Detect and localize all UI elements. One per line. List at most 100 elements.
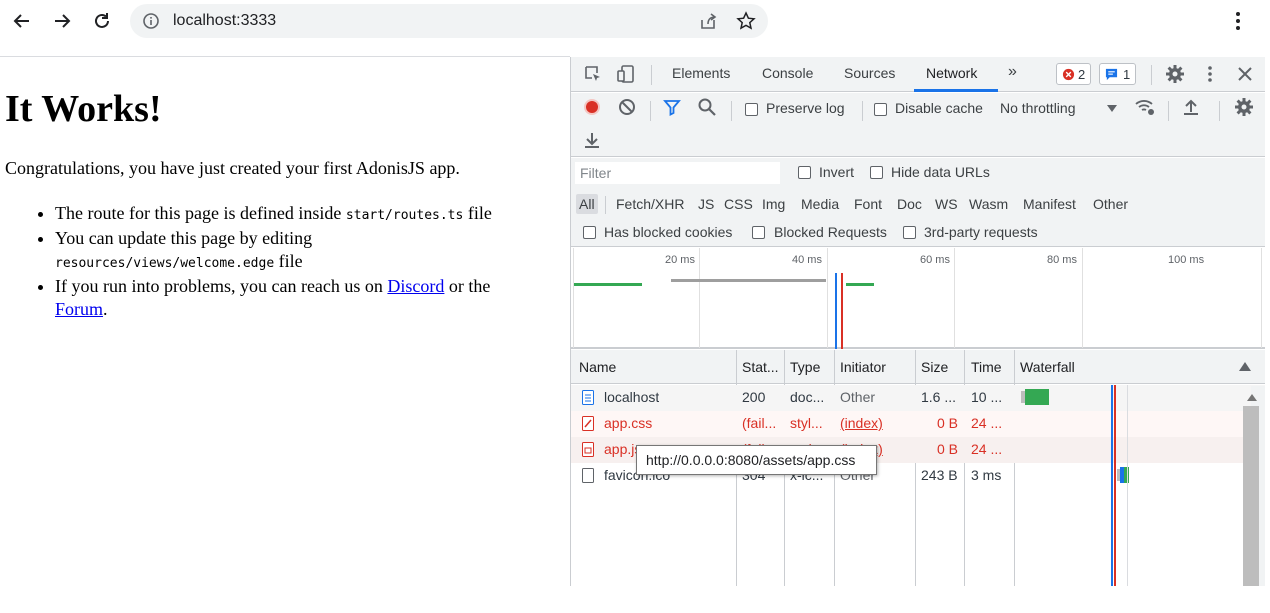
table-row[interactable]: app.css (fail... styl... (index) 0 B 24 … [571, 411, 1265, 437]
export-har-icon[interactable] [581, 129, 603, 151]
errors-badge[interactable]: 2 [1056, 63, 1092, 85]
list-item: The route for this page is defined insid… [55, 202, 560, 227]
third-party-checkbox[interactable] [903, 226, 916, 239]
browser-menu-icon[interactable] [1228, 10, 1248, 32]
column-header-name[interactable]: Name [579, 359, 616, 375]
type-filter-other[interactable]: Other [1090, 194, 1131, 214]
tab-sources[interactable]: Sources [844, 65, 895, 81]
type-filter-css[interactable]: CSS [721, 194, 756, 214]
type-filter-js[interactable]: JS [695, 194, 717, 214]
row-size: 0 B [937, 441, 959, 457]
tick-label: 100 ms [1168, 254, 1205, 266]
close-icon[interactable] [1234, 63, 1256, 85]
messages-badge[interactable]: 1 [1099, 63, 1137, 85]
dom-content-loaded-line [1111, 385, 1113, 586]
network-settings-gear-icon[interactable] [1233, 96, 1255, 118]
separator [862, 101, 863, 121]
list-text: or the [444, 276, 491, 296]
throttling-select[interactable]: No throttling [1000, 100, 1075, 116]
settings-gear-icon[interactable] [1164, 63, 1186, 85]
routes-path: start/routes.ts [345, 208, 464, 223]
share-icon[interactable] [698, 11, 718, 31]
invert-checkbox[interactable] [798, 166, 811, 179]
more-tabs-button[interactable]: » [1008, 63, 1017, 81]
column-header-size[interactable]: Size [921, 359, 948, 375]
request-bar [574, 283, 642, 286]
row-status: 200 [742, 389, 766, 405]
disable-cache-checkbox[interactable] [874, 103, 887, 116]
address-bar[interactable]: localhost:3333 [130, 4, 768, 38]
type-filter-wasm[interactable]: Wasm [966, 194, 1011, 214]
has-blocked-cookies-checkbox[interactable] [583, 226, 596, 239]
request-bar [671, 279, 826, 282]
filter-icon[interactable] [661, 96, 683, 118]
import-har-icon[interactable] [1180, 96, 1202, 118]
browser-toolbar: localhost:3333 [0, 0, 1270, 42]
inspect-element-icon[interactable] [582, 63, 604, 85]
view-path: resources/views/welcome.edge [55, 256, 275, 271]
tab-network[interactable]: Network [926, 65, 977, 81]
arrow-left-icon [13, 14, 29, 28]
forum-link[interactable]: Forum [55, 299, 103, 319]
row-status: (fail... [742, 415, 777, 431]
page-title: It Works! [5, 88, 162, 130]
reload-button[interactable] [87, 6, 117, 36]
tick-label: 40 ms [792, 254, 822, 266]
discord-link[interactable]: Discord [387, 276, 444, 296]
type-filter-font[interactable]: Font [851, 194, 885, 214]
grid-line [827, 248, 828, 348]
list-text: The route for this page is defined insid… [55, 203, 346, 223]
scroll-up-icon[interactable] [1247, 394, 1257, 401]
timeline-overview[interactable]: 20 ms 40 ms 60 ms 80 ms 100 ms [571, 248, 1265, 349]
bookmark-star-icon[interactable] [736, 11, 756, 31]
column-header-time[interactable]: Time [971, 359, 1002, 375]
type-filter-media[interactable]: Media [798, 194, 842, 214]
sort-ascending-icon[interactable] [1239, 362, 1251, 371]
row-initiator[interactable]: (index) [840, 415, 883, 431]
row-time: 24 ... [971, 441, 1003, 457]
type-filter-doc[interactable]: Doc [894, 194, 925, 214]
search-icon[interactable] [696, 96, 718, 118]
errors-count: 2 [1078, 66, 1086, 82]
column-header-type[interactable]: Type [790, 359, 820, 375]
tab-elements[interactable]: Elements [672, 65, 730, 81]
forward-button[interactable] [47, 6, 77, 36]
separator [1219, 101, 1220, 121]
row-initiator: Other [840, 389, 876, 405]
preserve-log-checkbox[interactable] [745, 103, 758, 116]
tab-console[interactable]: Console [762, 65, 813, 81]
list-text: If you run into problems, you can reach … [55, 276, 388, 296]
record-icon[interactable] [581, 96, 603, 118]
hide-data-urls-checkbox[interactable] [870, 166, 883, 179]
reload-icon [95, 13, 109, 28]
url-text[interactable]: localhost:3333 [173, 12, 276, 30]
column-header-waterfall[interactable]: Waterfall [1020, 359, 1075, 375]
table-row[interactable]: localhost 200 doc... Other 1.6 ... 10 ..… [571, 385, 1265, 411]
blocked-requests-label: Blocked Requests [774, 224, 887, 240]
type-filter-ws[interactable]: WS [932, 194, 961, 214]
arrow-right-icon [55, 14, 71, 28]
type-filter-fetch[interactable]: Fetch/XHR [613, 194, 687, 214]
clear-icon[interactable] [616, 96, 638, 118]
scrollbar-thumb[interactable] [1243, 406, 1259, 586]
blocked-requests-checkbox[interactable] [752, 226, 765, 239]
type-filter-manifest[interactable]: Manifest [1020, 194, 1079, 214]
type-filter-all[interactable]: All [576, 194, 598, 214]
row-time: 24 ... [971, 415, 1003, 431]
row-type: styl... [790, 415, 823, 431]
separator [651, 65, 652, 85]
column-header-status[interactable]: Stat... [742, 359, 779, 375]
network-conditions-icon[interactable] [1134, 96, 1156, 118]
devtools-menu-icon[interactable] [1199, 63, 1221, 85]
type-filter-img[interactable]: Img [759, 194, 788, 214]
filter-input[interactable]: Filter [575, 162, 780, 184]
info-icon[interactable] [142, 12, 160, 30]
separator [605, 196, 606, 214]
column-header-initiator[interactable]: Initiator [840, 359, 886, 375]
tick-label: 80 ms [1047, 254, 1077, 266]
back-button[interactable] [7, 6, 37, 36]
row-type: doc... [790, 389, 825, 405]
row-name: app.css [604, 415, 653, 431]
chevron-down-icon[interactable] [1107, 105, 1117, 113]
device-toolbar-icon[interactable] [615, 63, 637, 85]
